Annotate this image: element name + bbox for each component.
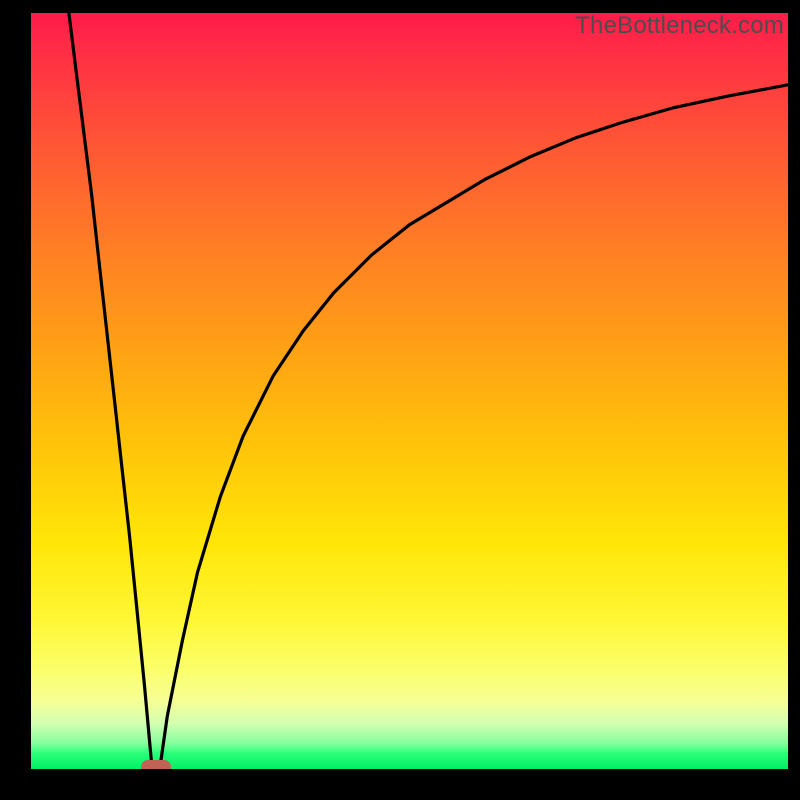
plot-area [31,13,788,769]
bottleneck-curve [31,13,788,769]
min-marker-pill [141,760,171,769]
curve-path [69,13,788,769]
watermark-text: TheBottleneck.com [575,12,784,40]
chart-frame: TheBottleneck.com [0,0,800,800]
